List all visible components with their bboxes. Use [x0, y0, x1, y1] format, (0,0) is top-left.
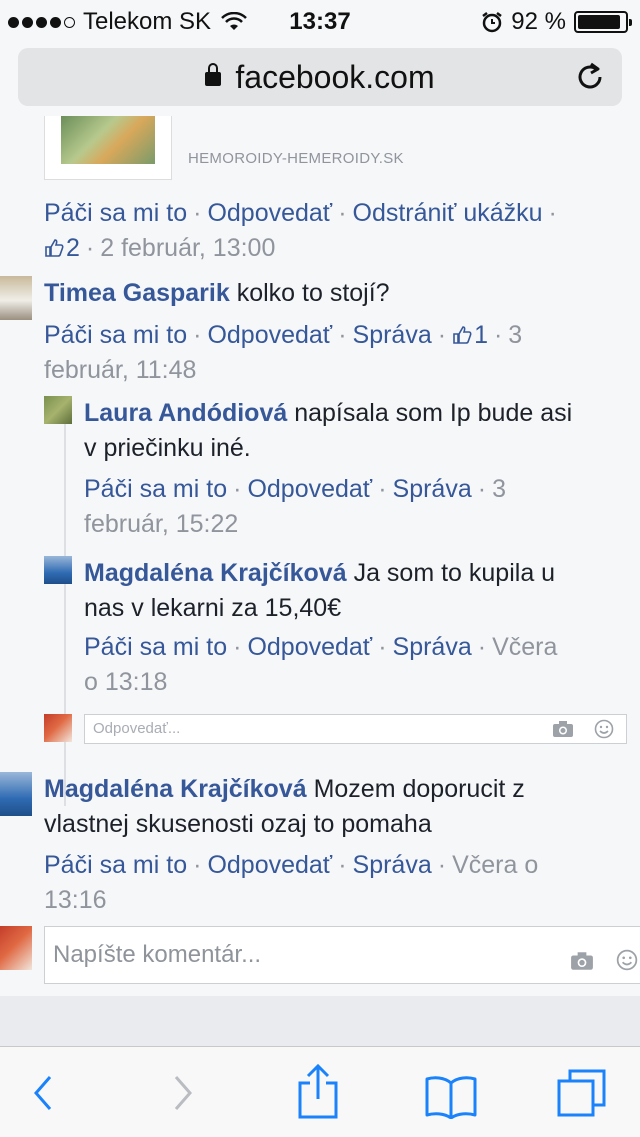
- comment-author[interactable]: Timea Gasparik: [44, 279, 230, 307]
- reply-link[interactable]: Odpovedať: [207, 199, 332, 227]
- timestamp: 3: [492, 475, 506, 503]
- like-count[interactable]: 1: [452, 321, 488, 349]
- tabs-icon[interactable]: [556, 1067, 610, 1119]
- timestamp: Včera o: [452, 851, 539, 879]
- comment-text: Mozem doporucit z: [313, 775, 525, 803]
- avatar: [44, 714, 72, 742]
- comment-placeholder: Napíšte komentár...: [53, 941, 262, 968]
- message-link[interactable]: Správa: [353, 851, 432, 879]
- reply-link[interactable]: Odpovedať: [207, 851, 332, 879]
- comment-author[interactable]: Laura Andódiová: [84, 399, 287, 427]
- comment-text: vlastnej skusenosti ozaj to pomaha: [44, 810, 432, 838]
- reply-body: Magdaléna Krajčíková Ja som to kupila u …: [84, 556, 624, 626]
- bookmarks-icon[interactable]: [424, 1075, 478, 1119]
- camera-icon[interactable]: [552, 720, 574, 738]
- battery-icon: [574, 11, 632, 33]
- timestamp: 3: [508, 321, 523, 349]
- reply-placeholder: Odpovedať...: [93, 720, 181, 737]
- reply-link[interactable]: Odpovedať: [247, 633, 372, 661]
- avatar: [0, 926, 32, 970]
- comment-author[interactable]: Magdaléna Krajčíková: [84, 559, 347, 587]
- reply-link[interactable]: Odpovedať: [207, 321, 332, 349]
- reply-body: Laura Andódiová napísala som Ip bude asi…: [84, 396, 624, 466]
- avatar[interactable]: [0, 276, 32, 320]
- comment-author[interactable]: Magdaléna Krajčíková: [44, 775, 307, 803]
- emoji-icon[interactable]: [594, 719, 614, 739]
- timestamp: február, 15:22: [84, 510, 239, 538]
- message-link[interactable]: Správa: [353, 321, 432, 349]
- message-link[interactable]: Správa: [393, 633, 472, 661]
- reply-input[interactable]: Odpovedať...: [84, 714, 627, 744]
- comment-text: napísala som Ip bude asi: [294, 399, 573, 427]
- comment-text: kolko to stojí?: [236, 279, 390, 307]
- link-preview-domain[interactable]: HEMOROIDY-HEMEROIDY.SK: [188, 150, 404, 167]
- message-link[interactable]: Správa: [393, 475, 472, 503]
- forward-icon[interactable]: [170, 1073, 196, 1113]
- avatar[interactable]: [44, 556, 72, 584]
- timestamp: 2 február, 13:00: [100, 234, 276, 262]
- timestamp: február, 11:48: [44, 356, 197, 384]
- avatar[interactable]: [0, 772, 32, 816]
- like-link[interactable]: Páči sa mi to: [44, 199, 187, 227]
- comment-actions: Páči sa mi to · Odpovedať · Správa · 3 február…: [84, 475, 506, 538]
- thumbs-up-icon: [453, 326, 472, 344]
- page-footer-band: [0, 996, 640, 1046]
- emoji-icon[interactable]: [616, 949, 638, 971]
- like-link[interactable]: Páči sa mi to: [84, 633, 227, 661]
- url-display[interactable]: facebook.com: [18, 59, 622, 96]
- comments-area: HEMOROIDY-HEMEROIDY.SK Páči sa mi to · Odp…: [0, 116, 640, 1046]
- comment-actions: Páči sa mi to · Odpovedať · Správa · 1 · 3 febru…: [44, 321, 523, 384]
- like-count-number: 2: [66, 234, 80, 262]
- top-comment-actions: Páči sa mi to · Odpovedať · Odstrániť ukážku…: [44, 199, 557, 262]
- timestamp: Včera: [492, 633, 558, 661]
- comment-text: nas v lekarni za 15,40€: [84, 594, 342, 622]
- back-icon[interactable]: [30, 1073, 56, 1113]
- status-bar: Telekom SK 13:37 92 %: [0, 0, 640, 40]
- browser-toolbar: [0, 1046, 640, 1137]
- share-icon[interactable]: [296, 1063, 340, 1119]
- alarm-icon: [482, 12, 503, 33]
- comment-actions: Páči sa mi to · Odpovedať · Správa · Včera o 1…: [84, 633, 558, 696]
- battery-percent: 92 %: [511, 8, 566, 35]
- replies-thread-line: [64, 396, 66, 806]
- remove-preview-link[interactable]: Odstrániť ukážku: [353, 199, 543, 227]
- url-text: facebook.com: [235, 59, 435, 95]
- comment-input[interactable]: Napíšte komentár...: [44, 926, 640, 984]
- comment-body: Magdaléna Krajčíková Mozem doporucit z v…: [44, 772, 604, 842]
- like-link[interactable]: Páči sa mi to: [84, 475, 227, 503]
- like-link[interactable]: Páči sa mi to: [44, 321, 187, 349]
- avatar[interactable]: [44, 396, 72, 424]
- address-bar[interactable]: facebook.com: [18, 48, 622, 106]
- comment-text: v priečinku iné.: [84, 434, 251, 462]
- reply-link[interactable]: Odpovedať: [247, 475, 372, 503]
- like-count[interactable]: 2: [44, 234, 80, 262]
- reload-icon[interactable]: [574, 61, 606, 93]
- like-count-number: 1: [474, 321, 488, 349]
- timestamp: o 13:18: [84, 668, 168, 696]
- link-preview-image[interactable]: [44, 116, 172, 180]
- like-link[interactable]: Páči sa mi to: [44, 851, 187, 879]
- lock-icon: [205, 63, 222, 86]
- comment-actions: Páči sa mi to · Odpovedať · Správa · Včera o 1…: [44, 851, 539, 914]
- camera-icon[interactable]: [570, 951, 594, 971]
- status-right: 92 %: [481, 8, 632, 36]
- timestamp: 13:16: [44, 886, 107, 914]
- comment-body: Timea Gasparik kolko to stojí?: [44, 276, 390, 311]
- comment-text: Ja som to kupila u: [353, 559, 556, 587]
- thumbs-up-icon: [45, 239, 64, 257]
